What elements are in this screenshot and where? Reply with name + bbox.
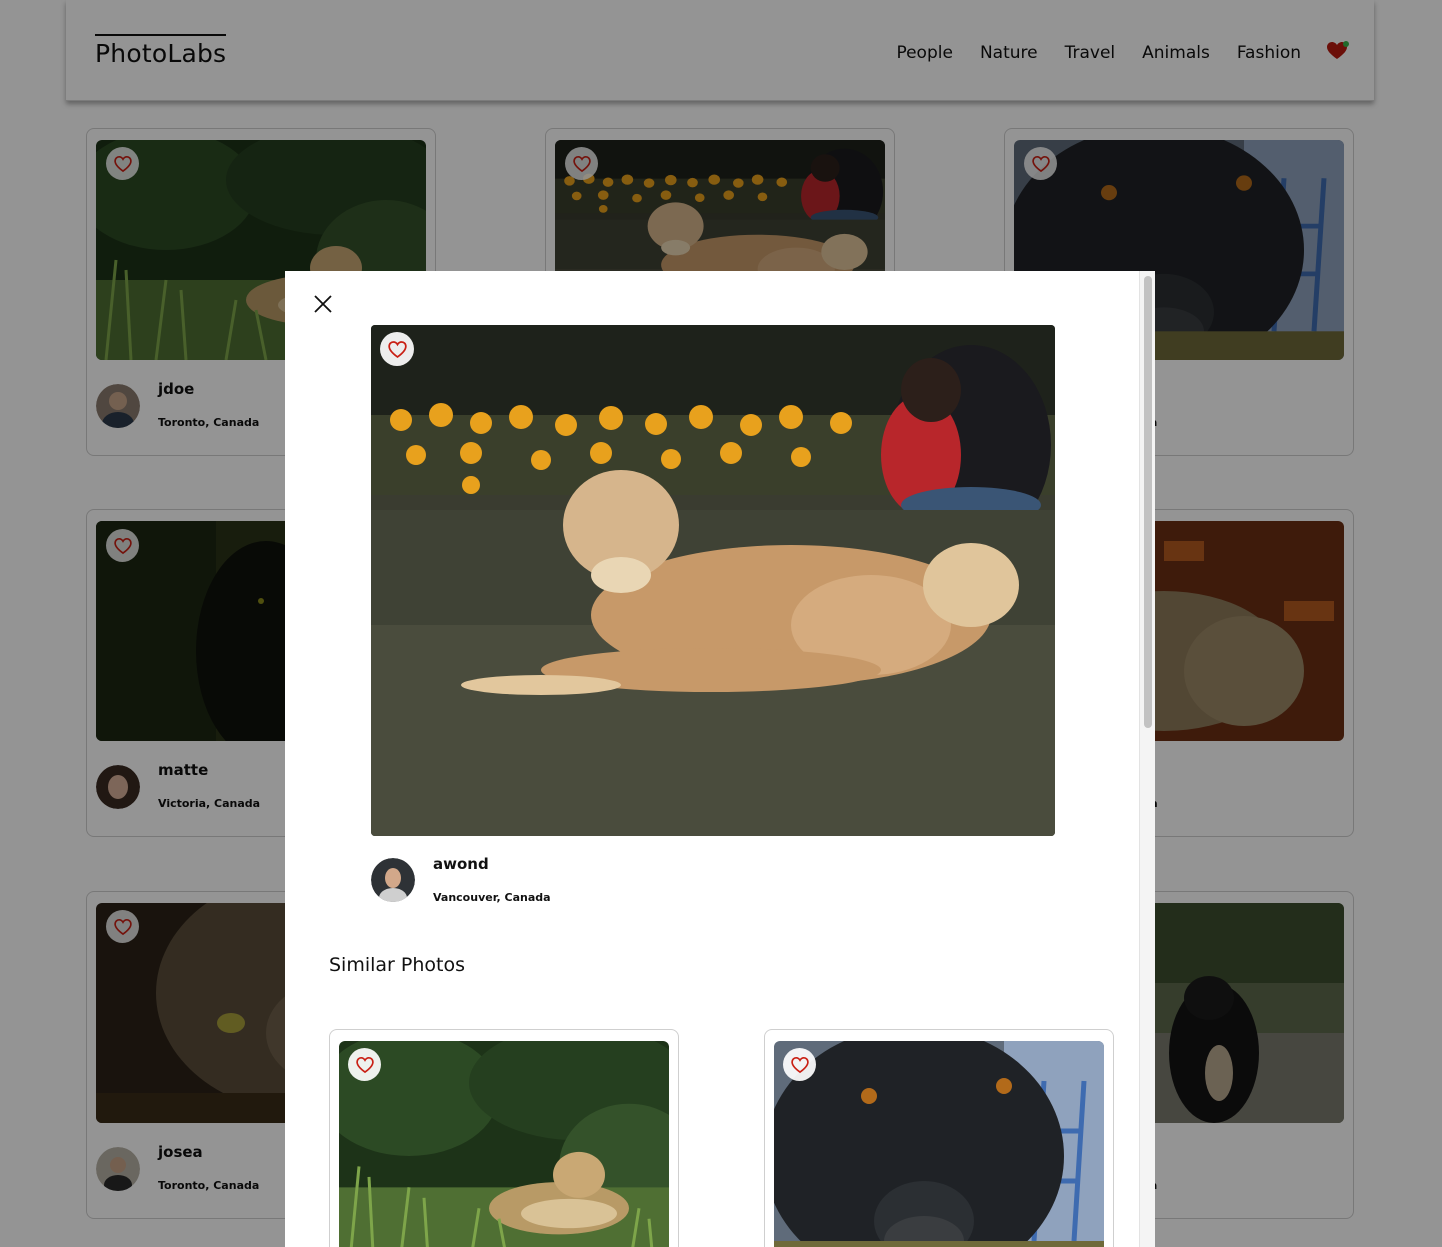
avatar xyxy=(371,858,415,902)
close-icon[interactable] xyxy=(312,293,334,315)
photo-details-modal: awond Vancouver, Canada Similar Photos xyxy=(285,271,1155,1247)
selected-photo xyxy=(371,325,1055,836)
scrollbar-thumb[interactable] xyxy=(1144,276,1152,728)
heart-icon[interactable] xyxy=(380,332,414,366)
similar-photo-card[interactable] xyxy=(764,1029,1114,1247)
modal-scrollbar[interactable] xyxy=(1139,271,1155,1247)
similar-photo-card[interactable] xyxy=(329,1029,679,1247)
photographer-name: awond xyxy=(433,855,489,873)
photo-image[interactable] xyxy=(774,1041,1104,1247)
photo-image[interactable] xyxy=(339,1041,669,1247)
heart-icon[interactable] xyxy=(348,1048,381,1081)
photographer-location: Vancouver, Canada xyxy=(433,891,551,904)
similar-photos-heading: Similar Photos xyxy=(329,954,465,976)
heart-icon[interactable] xyxy=(783,1048,816,1081)
